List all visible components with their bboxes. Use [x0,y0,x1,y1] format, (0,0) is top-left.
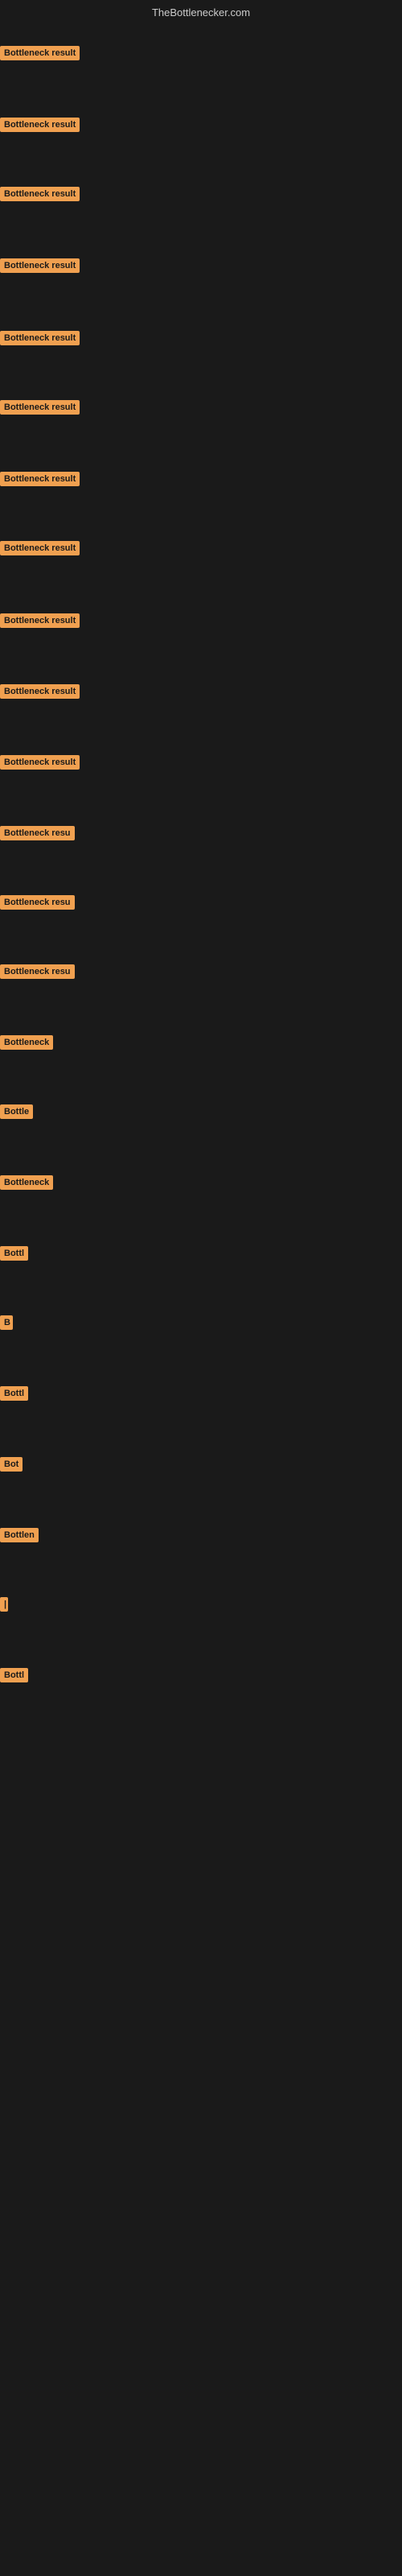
bottleneck-result-label: Bottleneck result [0,541,80,555]
bottleneck-result-label: | [0,1597,8,1612]
bottleneck-result-label: Bot [0,1457,23,1472]
bottleneck-result-label: Bottleneck resu [0,826,75,840]
bottleneck-result-label: Bottl [0,1386,28,1401]
bottleneck-result-label: Bottleneck result [0,755,80,770]
bottleneck-result-label: Bottleneck [0,1035,53,1050]
bottleneck-result-label: Bottl [0,1246,28,1261]
bottleneck-result-label: Bottleneck result [0,400,80,415]
bottleneck-result-label: Bottleneck result [0,46,80,60]
site-title: TheBottlenecker.com [152,6,250,19]
bottleneck-result-label: Bottleneck result [0,472,80,486]
bottleneck-result-label: Bottleneck resu [0,964,75,979]
bottleneck-result-label: Bottleneck result [0,118,80,132]
bottleneck-result-label: Bottleneck result [0,331,80,345]
bottleneck-result-label: Bottle [0,1104,33,1119]
bottleneck-result-label: Bottleneck resu [0,895,75,910]
bottleneck-result-label: Bottlen [0,1528,39,1542]
bottleneck-result-label: Bottl [0,1668,28,1682]
bottleneck-result-label: Bottleneck result [0,258,80,273]
bottleneck-result-label: Bottleneck result [0,684,80,699]
bottleneck-result-label: Bottleneck result [0,187,80,201]
bottleneck-result-label: B [0,1315,13,1330]
bottleneck-result-label: Bottleneck [0,1175,53,1190]
bottleneck-result-label: Bottleneck result [0,613,80,628]
